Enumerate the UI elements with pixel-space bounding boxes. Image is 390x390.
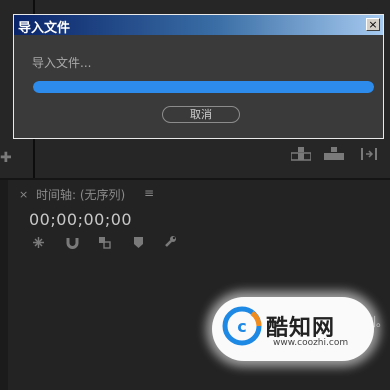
import-dialog: 导入文件 × 导入文件... 取消 [13, 14, 384, 139]
nest-sequence-icon[interactable] [32, 234, 45, 253]
cancel-button[interactable]: 取消 [162, 106, 240, 123]
overwrite-icon[interactable] [324, 146, 344, 165]
timeline-menu-icon[interactable]: ≡ [144, 186, 154, 200]
add-icon[interactable]: ✚ [0, 150, 12, 166]
dialog-titlebar[interactable]: 导入文件 × [14, 15, 383, 36]
dialog-close-button[interactable]: × [366, 18, 380, 31]
linked-selection-icon[interactable] [98, 234, 111, 253]
coozhi-logo-icon: c [222, 306, 262, 350]
insert-icon[interactable] [290, 146, 312, 165]
export-frame-icon[interactable] [360, 146, 378, 165]
snap-magnet-icon[interactable] [66, 234, 79, 253]
import-message: 导入文件... [32, 56, 92, 70]
timeline-timecode[interactable]: 00;00;00;00 [29, 210, 132, 229]
dialog-title: 导入文件 [18, 21, 71, 36]
svg-text:c: c [237, 317, 246, 336]
import-progress-fill [33, 81, 374, 93]
import-progress-bar [33, 81, 374, 93]
timeline-close-button[interactable]: × [19, 188, 28, 201]
left-panel-strip [0, 180, 8, 390]
timeline-tab-title[interactable]: 时间轴: (无序列) [36, 186, 125, 203]
wrench-settings-icon[interactable] [163, 234, 177, 253]
watermark-url: www.coozhi.com [273, 338, 349, 348]
add-marker-icon[interactable] [133, 234, 144, 253]
